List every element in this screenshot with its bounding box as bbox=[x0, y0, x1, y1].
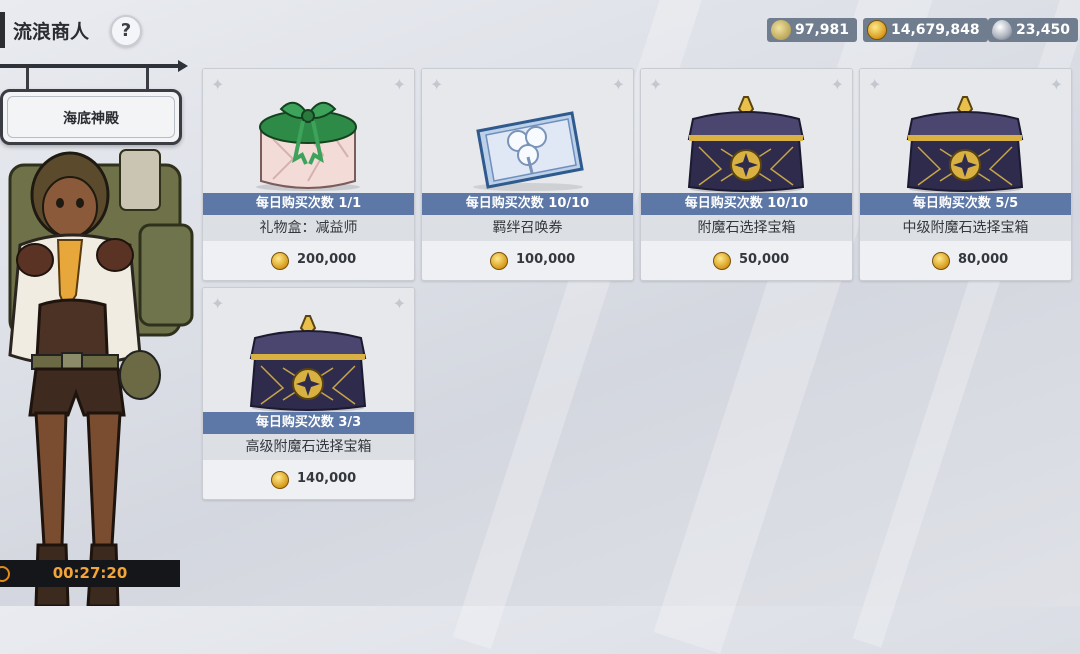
shop-item-card[interactable]: ✦ ✦ 每日购买次数 10/10 附魔石选择宝箱 50,000 bbox=[640, 68, 853, 281]
item-name: 礼物盒：减益师 bbox=[203, 215, 414, 241]
item-name: 中级附魔石选择宝箱 bbox=[860, 215, 1071, 241]
item-price: 100,000 bbox=[516, 252, 576, 267]
item-price: 140,000 bbox=[297, 471, 357, 486]
gold-coin-icon bbox=[932, 252, 950, 270]
shop-item-card[interactable]: ✦ ✦ 每日购买次数 1/1 礼物盒：减益师 200,000 bbox=[202, 68, 415, 281]
medal-icon bbox=[771, 20, 791, 40]
gold-coin-icon bbox=[271, 252, 289, 270]
item-name: 羁绊召唤券 bbox=[422, 215, 633, 241]
title-marker bbox=[0, 12, 5, 48]
item-name: 附魔石选择宝箱 bbox=[641, 215, 852, 241]
daily-purchase-limit: 每日购买次数 1/1 bbox=[203, 193, 414, 215]
daily-purchase-limit: 每日购买次数 3/3 bbox=[203, 412, 414, 434]
location-name: 海底神殿 bbox=[63, 111, 119, 127]
price-row: 50,000 bbox=[641, 241, 852, 280]
sign-rail-tip bbox=[178, 60, 188, 72]
currency-gem: 23,450 bbox=[988, 18, 1079, 42]
currency-medal: 97,981 bbox=[767, 18, 858, 42]
currency-medal-value: 97,981 bbox=[795, 22, 850, 38]
gold-coin-icon bbox=[271, 471, 289, 489]
item-image-area: ✦ ✦ bbox=[203, 288, 414, 412]
currency-gold: 14,679,848 bbox=[863, 18, 988, 42]
currency-gold-value: 14,679,848 bbox=[891, 22, 980, 38]
treasure-chest-icon bbox=[249, 315, 367, 412]
location-sign: 海底神殿 bbox=[0, 89, 182, 145]
item-price: 50,000 bbox=[739, 252, 790, 267]
shop-item-card[interactable]: ✦ ✦ 每日购买次数 5/5 中级附魔石选择宝箱 80,000 bbox=[859, 68, 1072, 281]
shop-item-card[interactable]: ✦ ✦ 每日购买次数 10/10 羁绊召唤券 100,000 bbox=[421, 68, 634, 281]
clover-ticket-icon bbox=[473, 111, 584, 191]
treasure-chest-icon bbox=[687, 96, 805, 193]
currency-gem-value: 23,450 bbox=[1016, 22, 1071, 38]
price-row: 140,000 bbox=[203, 460, 414, 499]
merchant-character bbox=[8, 149, 194, 606]
item-image-area: ✦ ✦ bbox=[203, 69, 414, 193]
shop-item-card[interactable]: ✦ ✦ 每日购买次数 3/3 高级附魔石选择宝箱 140,000 bbox=[202, 287, 415, 500]
item-image-area: ✦ ✦ bbox=[641, 69, 852, 193]
sign-chain bbox=[146, 68, 149, 90]
gold-coin-icon bbox=[490, 252, 508, 270]
refresh-timer: 00:27:20 bbox=[0, 560, 180, 587]
item-name: 高级附魔石选择宝箱 bbox=[203, 434, 414, 460]
water-drop-gem-icon bbox=[992, 20, 1012, 40]
help-button[interactable]: ? bbox=[110, 15, 142, 47]
item-image-area: ✦ ✦ bbox=[860, 69, 1071, 193]
gold-coin-icon bbox=[867, 20, 887, 40]
treasure-chest-icon bbox=[906, 96, 1024, 193]
gift-box-icon bbox=[256, 101, 360, 191]
page-title-text: 流浪商人 bbox=[13, 21, 90, 43]
item-price: 80,000 bbox=[958, 252, 1009, 267]
timer-value: 00:27:20 bbox=[52, 564, 128, 582]
price-row: 80,000 bbox=[860, 241, 1071, 280]
daily-purchase-limit: 每日购买次数 10/10 bbox=[422, 193, 633, 215]
price-row: 200,000 bbox=[203, 241, 414, 280]
item-price: 200,000 bbox=[297, 252, 357, 267]
item-image-area: ✦ ✦ bbox=[422, 69, 633, 193]
sign-chain bbox=[26, 68, 29, 90]
daily-purchase-limit: 每日购买次数 5/5 bbox=[860, 193, 1071, 215]
price-row: 100,000 bbox=[422, 241, 633, 280]
daily-purchase-limit: 每日购买次数 10/10 bbox=[641, 193, 852, 215]
gold-coin-icon bbox=[713, 252, 731, 270]
